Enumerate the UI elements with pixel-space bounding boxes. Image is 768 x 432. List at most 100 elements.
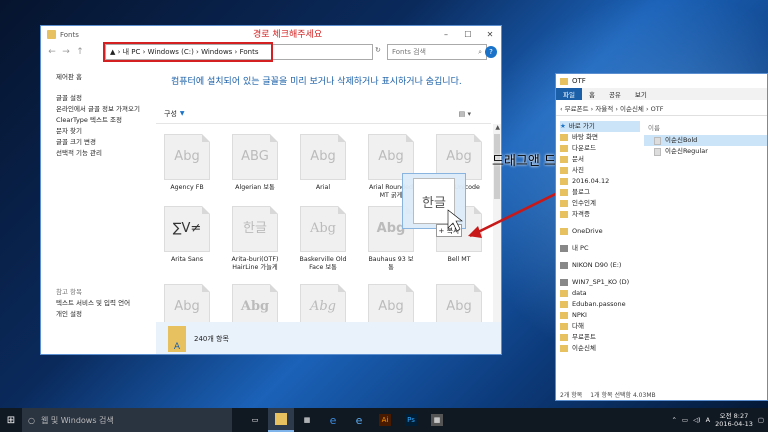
nav-item-label: 무료폰트 (572, 333, 596, 341)
nav-item-label: 바로 가기 (568, 122, 595, 130)
photoshop-icon: Ps (405, 414, 417, 426)
drag-arrow-head-icon (468, 226, 482, 238)
edge-icon: e (329, 413, 337, 427)
nav-item-label: 다운로드 (572, 144, 596, 152)
explorer-title: OTF (572, 77, 586, 85)
store-icon: ▦ (303, 416, 311, 424)
nav-item[interactable]: 2016.04.12 (560, 176, 640, 187)
drive-icon (560, 262, 568, 269)
tray-chevron-icon[interactable]: ⌃ (671, 416, 676, 424)
nav-item[interactable]: 인수인계 (560, 198, 640, 209)
explorer-window: OTF 파일 홈 공유 보기 ‹ 무료폰트 › 자율적 › 이순신체 › OTF… (555, 73, 768, 401)
file-row[interactable]: 이순신Regular (644, 146, 767, 157)
folder-icon (560, 228, 568, 235)
folder-icon (560, 323, 568, 330)
nav-item-label: 인수인계 (572, 199, 596, 207)
tab-home[interactable]: 홈 (582, 89, 602, 99)
folder-icon (560, 301, 568, 308)
nav-item[interactable]: 자격증 (560, 209, 640, 220)
taskbar-search[interactable]: ○ 웹 및 Windows 검색 (22, 408, 232, 432)
folder-icon (560, 334, 568, 341)
nav-item-label: 다해 (572, 322, 584, 330)
clock[interactable]: 오전 8:27 2016-04-13 (715, 412, 753, 428)
file-name: 이순신Regular (665, 147, 708, 155)
nav-item-label: data (572, 289, 587, 297)
taskbar-explorer[interactable] (268, 408, 294, 432)
nav-item-label: 이순신체 (572, 344, 596, 352)
folder-icon (560, 156, 568, 163)
folder-icon (560, 77, 568, 85)
nav-item-label: 블로그 (572, 188, 590, 196)
calculator-icon: ▦ (431, 414, 443, 426)
nav-item[interactable]: 바탕 화면 (560, 132, 640, 143)
nav-item-label: 2016.04.12 (572, 177, 610, 185)
explorer-item-count: 2개 항목 (560, 391, 583, 399)
explorer-title-bar[interactable]: OTF (556, 74, 767, 88)
nav-item[interactable]: data (560, 288, 640, 299)
taskbar-ie[interactable]: e (346, 408, 372, 432)
nav-item-label: NIKON D90 (E:) (572, 261, 622, 269)
column-header-name[interactable]: 이름 (644, 121, 767, 135)
nav-item[interactable]: 다운로드 (560, 143, 640, 154)
network-icon[interactable]: ▭ (682, 416, 688, 424)
folder-icon (560, 290, 568, 297)
tab-view[interactable]: 보기 (628, 89, 654, 99)
nav-item-label: Eduban.passone (572, 300, 626, 308)
drive-icon (560, 279, 568, 286)
star-icon: ★ (560, 122, 566, 130)
folder-icon (560, 211, 568, 218)
nav-item[interactable]: WIN7_SP1_KO (D) (560, 277, 640, 288)
taskbar: ⊞ ○ 웹 및 Windows 검색 ▭ ▦ e e Ai Ps ▦ ⌃ ▭ ◁)… (0, 408, 768, 432)
folder-icon (560, 178, 568, 185)
nav-item[interactable]: 이순신체 (560, 343, 640, 354)
file-row[interactable]: 이순신Bold (644, 135, 767, 146)
nav-item[interactable]: NIKON D90 (E:) (560, 260, 640, 271)
nav-item[interactable]: 다해 (560, 321, 640, 332)
nav-item[interactable]: 내 PC (560, 243, 640, 254)
nav-item-label: 내 PC (572, 244, 589, 252)
taskbar-edge[interactable]: e (320, 408, 346, 432)
clock-date: 2016-04-13 (715, 420, 753, 428)
tab-share[interactable]: 공유 (602, 89, 628, 99)
nav-item-label: WIN7_SP1_KO (D) (572, 278, 630, 286)
task-view-button[interactable]: ▭ (242, 408, 268, 432)
nav-item[interactable]: Eduban.passone (560, 299, 640, 310)
nav-item[interactable]: 사진 (560, 165, 640, 176)
folder-icon (275, 413, 287, 425)
folder-icon (560, 345, 568, 352)
folder-icon (560, 189, 568, 196)
explorer-status-bar: 2개 항목 1개 항목 선택함 4.03MB (556, 388, 767, 400)
nav-item[interactable]: 블로그 (560, 187, 640, 198)
nav-item-label: 문서 (572, 155, 584, 163)
font-file-icon (654, 147, 661, 156)
nav-item-label: NPKI (572, 311, 587, 319)
folder-icon (560, 167, 568, 174)
task-view-icon: ▭ (251, 416, 259, 424)
notification-icon[interactable]: ▢ (758, 416, 764, 424)
drive-icon (560, 245, 568, 252)
file-list: 이름 이순신Bold 이순신Regular (644, 121, 767, 157)
search-icon: ○ (28, 415, 35, 425)
nav-item[interactable]: OneDrive (560, 226, 640, 237)
taskbar-photoshop[interactable]: Ps (398, 408, 424, 432)
nav-item[interactable]: ★ 바로 가기 (560, 121, 640, 132)
input-language[interactable]: A (706, 416, 710, 424)
taskbar-calculator[interactable]: ▦ (424, 408, 450, 432)
start-button[interactable]: ⊞ (0, 408, 22, 432)
nav-item-label: 자격증 (572, 210, 590, 218)
nav-item[interactable]: 무료폰트 (560, 332, 640, 343)
folder-icon (560, 134, 568, 141)
folder-icon (560, 312, 568, 319)
tab-file[interactable]: 파일 (556, 88, 582, 100)
taskbar-illustrator[interactable]: Ai (372, 408, 398, 432)
nav-item-label: 사진 (572, 166, 584, 174)
taskbar-search-placeholder: 웹 및 Windows 검색 (40, 415, 114, 425)
explorer-selection-info: 1개 항목 선택함 4.03MB (590, 391, 656, 399)
explorer-address-bar[interactable]: ‹ 무료폰트 › 자율적 › 이순신체 › OTF (556, 100, 767, 116)
volume-icon[interactable]: ◁) (693, 416, 701, 424)
nav-item-label: 바탕 화면 (572, 133, 598, 141)
ribbon-tabs: 파일 홈 공유 보기 (556, 88, 767, 100)
nav-item[interactable]: 문서 (560, 154, 640, 165)
taskbar-store[interactable]: ▦ (294, 408, 320, 432)
nav-item[interactable]: NPKI (560, 310, 640, 321)
